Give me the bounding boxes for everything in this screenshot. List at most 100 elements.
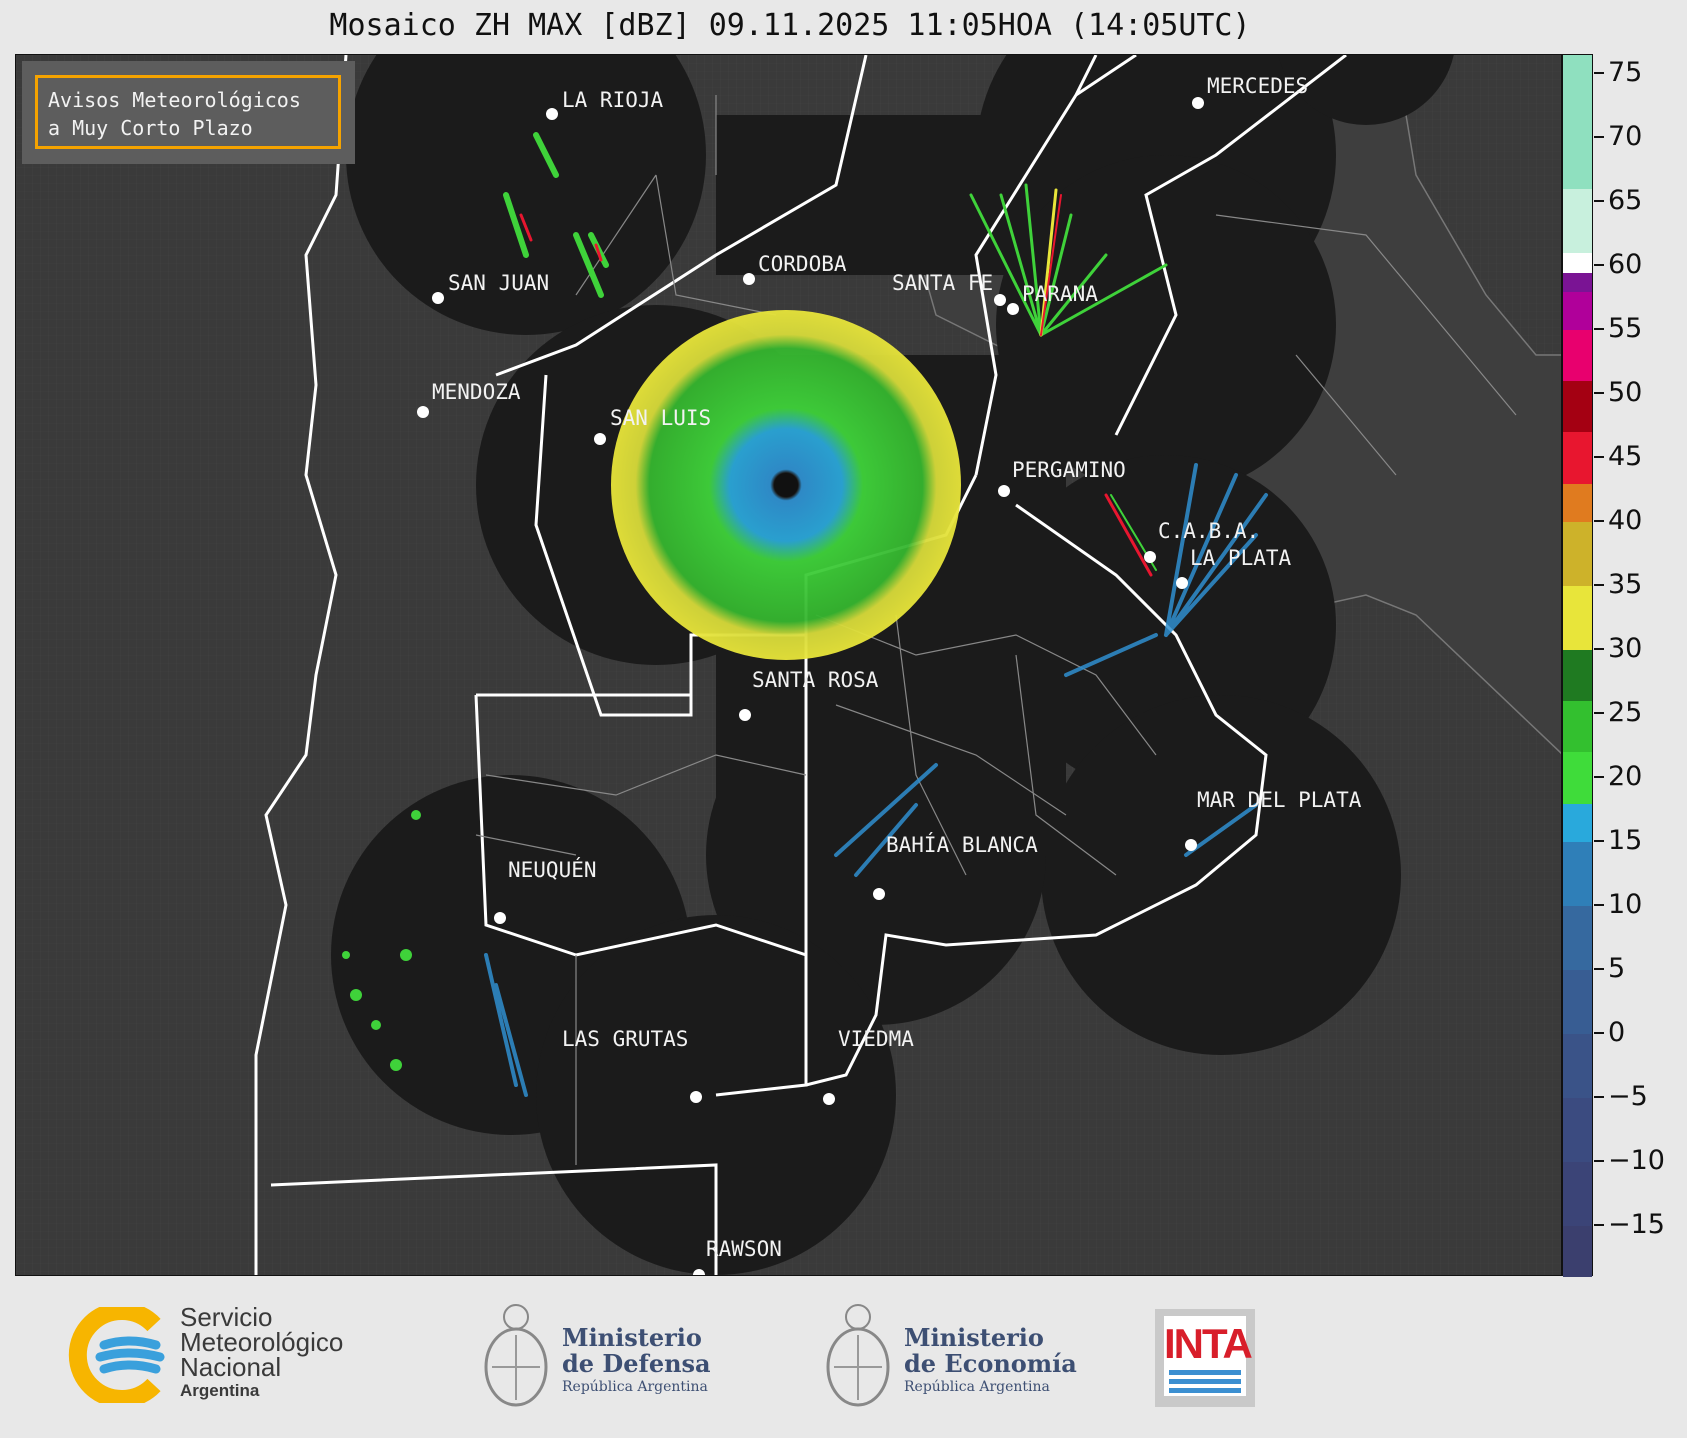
colorbar-segment: [1563, 841, 1592, 906]
colorbar-segment: [1563, 803, 1592, 842]
city-label-san-juan: SAN JUAN: [448, 271, 549, 295]
city-label-santa-fe: SANTA FE: [892, 271, 993, 295]
economia-line-2: de Economía: [904, 1349, 1077, 1378]
logo-footer: Servicio Meteorológico Nacional Argentin…: [0, 1277, 1687, 1438]
colorbar-segment: [1563, 1225, 1592, 1277]
colorbar-tick-label: 40: [1608, 505, 1643, 537]
colorbar-tick: [1594, 72, 1604, 75]
colorbar-segment: [1563, 522, 1592, 587]
map-canvas[interactable]: LA RIOJA MERCEDES CORDOBA SAN JUAN SANTA…: [16, 55, 1562, 1276]
city-label-la-plata: LA PLATA: [1190, 546, 1292, 570]
colorbar-tick-label: 65: [1608, 185, 1643, 217]
colorbar-tick-label: 70: [1608, 121, 1643, 153]
defensa-line-2: de Defensa: [562, 1349, 711, 1378]
economia-seal-icon: [826, 1304, 890, 1407]
colorbar-segment: [1563, 650, 1592, 702]
colorbar-tick-label: 15: [1608, 824, 1643, 856]
city-label-neuquen: NEUQUÉN: [508, 857, 597, 882]
colorbar-tick-label: 60: [1608, 249, 1643, 281]
colorbar-segment: [1563, 701, 1592, 753]
colorbar-tick: [1594, 136, 1604, 139]
defensa-line-1: Ministerio: [562, 1323, 702, 1352]
city-label-parana: PARANA: [1022, 282, 1098, 306]
colorbar-tick: [1594, 200, 1604, 203]
colorbar-segment: [1563, 586, 1592, 650]
inta-logo: INTA: [1155, 1309, 1255, 1407]
colorbar-tick-label: 5: [1608, 952, 1626, 984]
colorbar-tick: [1594, 584, 1604, 587]
colorbar-tick: [1594, 328, 1604, 331]
city-label-mercedes: MERCEDES: [1207, 74, 1308, 98]
colorbar: [1562, 54, 1593, 1277]
colorbar-tick: [1594, 1159, 1604, 1162]
colorbar-segment: [1563, 330, 1592, 382]
cordoba-radar-echo: [611, 310, 961, 660]
city-label-bahia-blanca: BAHÍA BLANCA: [886, 832, 1038, 857]
colorbar-tick: [1594, 711, 1604, 714]
city-label-las-grutas: LAS GRUTAS: [562, 1027, 688, 1051]
smn-logo-icon: [68, 1307, 165, 1403]
city-label-viedma: VIEDMA: [838, 1027, 914, 1051]
inta-logo-word: INTA: [1164, 1320, 1253, 1367]
city-label-mar-del-plata: MAR DEL PLATA: [1197, 788, 1362, 812]
colorbar-tick-label: −15: [1608, 1208, 1665, 1240]
smn-line-3: Nacional: [180, 1352, 282, 1382]
smn-logo-text: Servicio Meteorológico Nacional Argentin…: [180, 1304, 343, 1402]
colorbar-segment: [1563, 969, 1592, 1034]
colorbar-segment: [1563, 432, 1592, 484]
city-label-caba: C.A.B.A.: [1158, 519, 1259, 543]
colorbar-segment: [1563, 752, 1592, 804]
colorbar-tick: [1594, 1095, 1604, 1098]
colorbar-segment: [1563, 1033, 1592, 1098]
colorbar-tick-label: 35: [1608, 569, 1643, 601]
colorbar-tick-label: 25: [1608, 696, 1643, 728]
defensa-line-3: República Argentina: [562, 1379, 708, 1395]
colorbar-segment: [1563, 1097, 1592, 1162]
city-label-rawson: RAWSON: [706, 1237, 782, 1261]
colorbar-tick-label: 75: [1608, 57, 1643, 89]
colorbar-tick-label: 20: [1608, 760, 1643, 792]
city-label-cordoba: CORDOBA: [758, 252, 847, 276]
colorbar-tick-label: −10: [1608, 1144, 1665, 1176]
city-label-mendoza: MENDOZA: [432, 380, 521, 404]
radar-map[interactable]: LA RIOJA MERCEDES CORDOBA SAN JUAN SANTA…: [15, 54, 1562, 1276]
city-label-santa-rosa: SANTA ROSA: [752, 668, 879, 692]
colorbar-tick-label: 0: [1608, 1016, 1626, 1048]
colorbar-segment: [1563, 1161, 1592, 1226]
notice-box[interactable]: Avisos Meteorológicos a Muy Corto Plazo: [35, 75, 341, 149]
economia-logo-text: Ministerio de Economía República Argenti…: [904, 1325, 1077, 1397]
defensa-seal-icon: [484, 1304, 548, 1407]
city-label-la-rioja: LA RIOJA: [562, 88, 664, 112]
smn-line-4: Argentina: [180, 1381, 260, 1400]
city-label-san-luis: SAN LUIS: [610, 406, 711, 430]
notice-line-1: Avisos Meteorológicos: [48, 88, 301, 112]
colorbar-tick-label: 55: [1608, 313, 1643, 345]
defensa-logo-text: Ministerio de Defensa República Argentin…: [562, 1325, 711, 1397]
colorbar-segment: [1563, 272, 1592, 292]
colorbar-tick-label: 10: [1608, 888, 1643, 920]
colorbar-tick: [1594, 1031, 1604, 1034]
colorbar-segment: [1563, 483, 1592, 523]
colorbar-tick: [1594, 1223, 1604, 1226]
colorbar-tick-label: 45: [1608, 441, 1643, 473]
map-title: Mosaico ZH MAX [dBZ] 09.11.2025 11:05HOA…: [329, 8, 1251, 43]
colorbar-tick: [1594, 839, 1604, 842]
notice-panel: Avisos Meteorológicos a Muy Corto Plazo: [22, 61, 355, 164]
colorbar-tick: [1594, 775, 1604, 778]
colorbar-tick: [1594, 520, 1604, 523]
colorbar-tick: [1594, 967, 1604, 970]
colorbar-segment: [1563, 55, 1592, 190]
colorbar-segment: [1563, 905, 1592, 970]
colorbar-segment: [1563, 381, 1592, 433]
economia-line-1: Ministerio: [904, 1323, 1044, 1352]
colorbar-segment: [1563, 253, 1592, 273]
colorbar-segment: [1563, 291, 1592, 331]
colorbar-tick: [1594, 392, 1604, 395]
colorbar-tick-label: 30: [1608, 633, 1643, 664]
colorbar-tick: [1594, 648, 1604, 650]
colorbar-segment: [1563, 189, 1592, 254]
economia-line-3: República Argentina: [904, 1379, 1050, 1395]
colorbar-tick: [1594, 456, 1604, 459]
colorbar-tick-label: 50: [1608, 377, 1643, 409]
notice-line-2: a Muy Corto Plazo: [48, 116, 253, 140]
